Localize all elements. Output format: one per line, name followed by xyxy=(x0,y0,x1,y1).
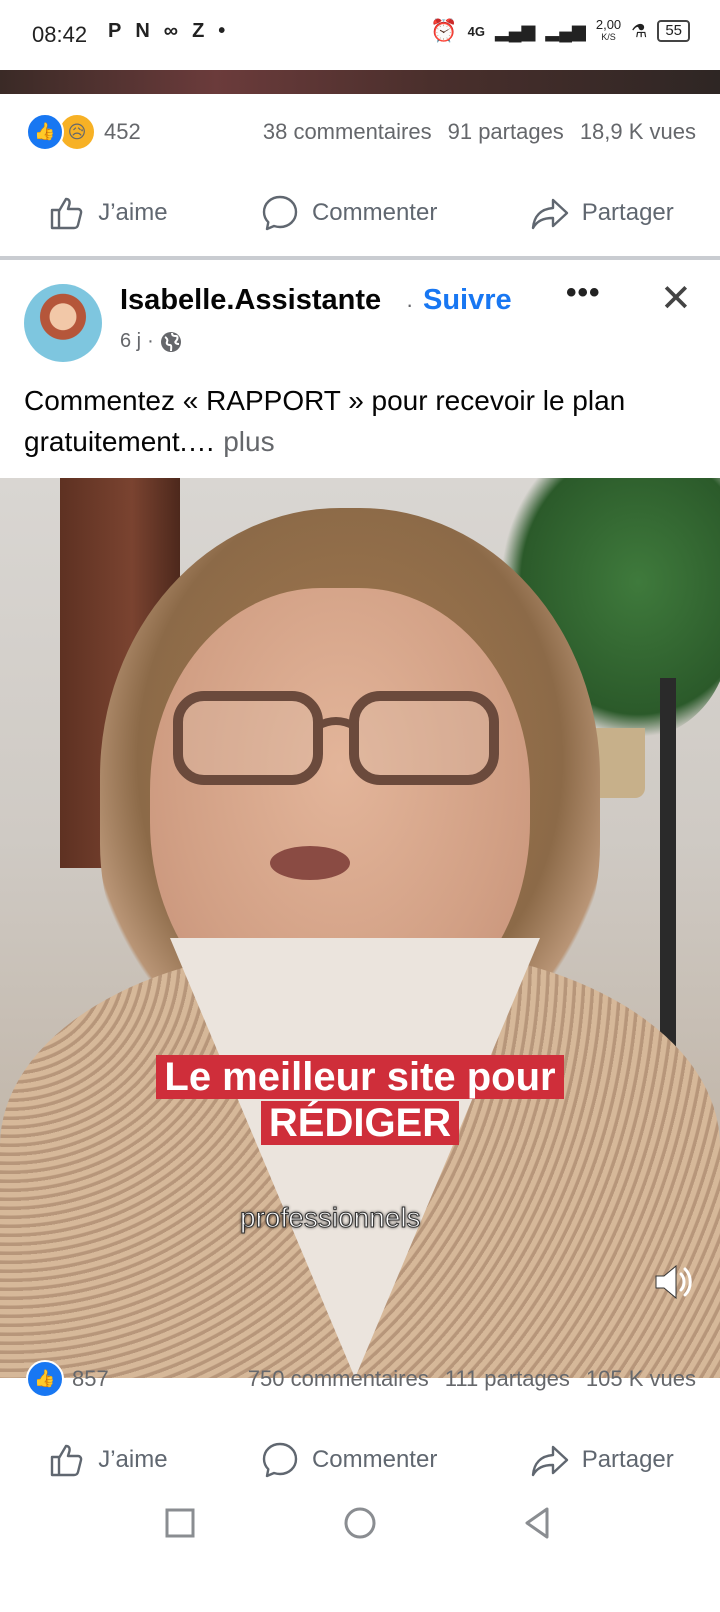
views-count: 105 K vues xyxy=(585,1366,696,1391)
status-bar: 08:42 P N ∞ Z • ⏰ 4G ▂▄▆ ▂▄▆ 2,00 K/S ⚗ … xyxy=(0,0,720,70)
volume-icon[interactable] xyxy=(652,1260,696,1304)
author-avatar[interactable] xyxy=(24,284,102,362)
battery-indicator: 55 xyxy=(657,20,690,42)
reactions-summary[interactable]: 👍 857 xyxy=(26,1360,109,1398)
previous-video-edge xyxy=(0,70,720,94)
see-more-link[interactable]: plus xyxy=(215,426,274,457)
network-type: 4G xyxy=(467,23,485,39)
recent-apps-icon[interactable] xyxy=(160,1503,200,1543)
speaker-glasses xyxy=(173,691,499,785)
back-icon[interactable] xyxy=(518,1503,558,1543)
video-player[interactable]: Le meilleur site pour RÉDIGER profession… xyxy=(0,478,720,1378)
capcut-icon: Z xyxy=(192,20,205,42)
like-reaction-icon: 👍 xyxy=(26,1360,64,1398)
share-button[interactable]: Partager xyxy=(530,193,674,233)
comment-button[interactable]: Commenter xyxy=(260,193,437,233)
post-meta: 6 j · xyxy=(120,330,182,353)
shares-count[interactable]: 91 partages xyxy=(448,119,564,145)
shares-count[interactable]: 111 partages xyxy=(445,1366,570,1392)
gamepad-icon: ∞ xyxy=(163,20,179,42)
reactions-summary[interactable]: 👍 😥 452 xyxy=(26,113,141,151)
more-notifications-dot-icon: • xyxy=(218,20,226,42)
follow-button[interactable]: Suivre xyxy=(423,284,512,317)
lab-flask-icon: ⚗ xyxy=(631,20,648,41)
share-arrow-icon xyxy=(531,1445,568,1477)
post-actions: J’aime Commenter Partager xyxy=(0,1430,720,1490)
like-button[interactable]: J’aime xyxy=(46,1440,168,1480)
share-arrow-icon xyxy=(531,198,568,230)
status-time: 08:42 xyxy=(32,22,88,47)
post-stats: 👍 857 750 commentaires 111 partages 105 … xyxy=(0,1359,720,1399)
like-button[interactable]: J’aime xyxy=(46,193,168,233)
comment-bubble-icon xyxy=(262,1442,298,1478)
share-label: Partager xyxy=(581,199,674,226)
data-speed: 2,00 K/S xyxy=(595,17,622,42)
n-app-icon: N xyxy=(135,20,150,42)
video-subtitle: professionnels xyxy=(240,1202,422,1234)
like-label: J’aime xyxy=(98,199,168,226)
author-name[interactable]: Isabelle.Assistante xyxy=(120,284,381,317)
signal-icon: ▂▄▆ xyxy=(494,20,536,41)
speaker-mouth xyxy=(270,846,350,880)
notification-icons: P N ∞ Z • xyxy=(108,20,225,43)
post-age[interactable]: 6 j xyxy=(120,330,141,353)
views-count: 18,9 K vues xyxy=(579,119,696,144)
reactions-count: 452 xyxy=(104,119,141,144)
comment-button[interactable]: Commenter xyxy=(260,1440,437,1480)
thumbs-up-icon xyxy=(50,1444,83,1477)
prev-post-stats: 👍 😥 452 38 commentaires 91 partages 18,9… xyxy=(0,112,720,152)
meta-separator: · xyxy=(147,330,154,352)
signal-2-icon: ▂▄▆ xyxy=(545,20,586,41)
system-indicators: ⏰ 4G ▂▄▆ ▂▄▆ 2,00 K/S ⚗ 55 xyxy=(430,18,690,44)
comments-count[interactable]: 750 commentaires xyxy=(248,1366,429,1392)
more-options-icon[interactable]: ••• xyxy=(566,276,601,310)
reactions-count: 857 xyxy=(72,1366,109,1391)
thumbs-up-icon xyxy=(50,197,83,230)
share-label: Partager xyxy=(581,1446,674,1473)
comment-bubble-icon xyxy=(262,195,298,231)
caption-text: Commentez « RAPPORT » pour recevoir le p… xyxy=(24,385,626,457)
comment-label: Commenter xyxy=(311,199,438,226)
parking-app-icon: P xyxy=(108,20,122,42)
comments-count[interactable]: 38 commentaires xyxy=(263,119,432,145)
post-caption: Commentez « RAPPORT » pour recevoir le p… xyxy=(24,380,704,462)
alarm-icon: ⏰ xyxy=(430,18,458,43)
overlay-title-line2: RÉDIGER xyxy=(260,1101,460,1145)
header-separator: · xyxy=(406,292,414,317)
prev-post-actions: J’aime Commenter Partager xyxy=(0,183,720,243)
comment-label: Commenter xyxy=(311,1446,438,1473)
close-icon[interactable]: ✕ xyxy=(660,276,692,321)
globe-icon xyxy=(160,331,181,352)
post-divider xyxy=(0,256,720,260)
like-label: J’aime xyxy=(98,1446,168,1473)
overlay-title-line1: Le meilleur site pour xyxy=(156,1055,564,1099)
share-button[interactable]: Partager xyxy=(530,1440,674,1480)
video-overlay-title: Le meilleur site pour RÉDIGER xyxy=(128,1054,592,1146)
home-icon[interactable] xyxy=(340,1503,380,1543)
like-reaction-icon: 👍 xyxy=(26,113,64,151)
